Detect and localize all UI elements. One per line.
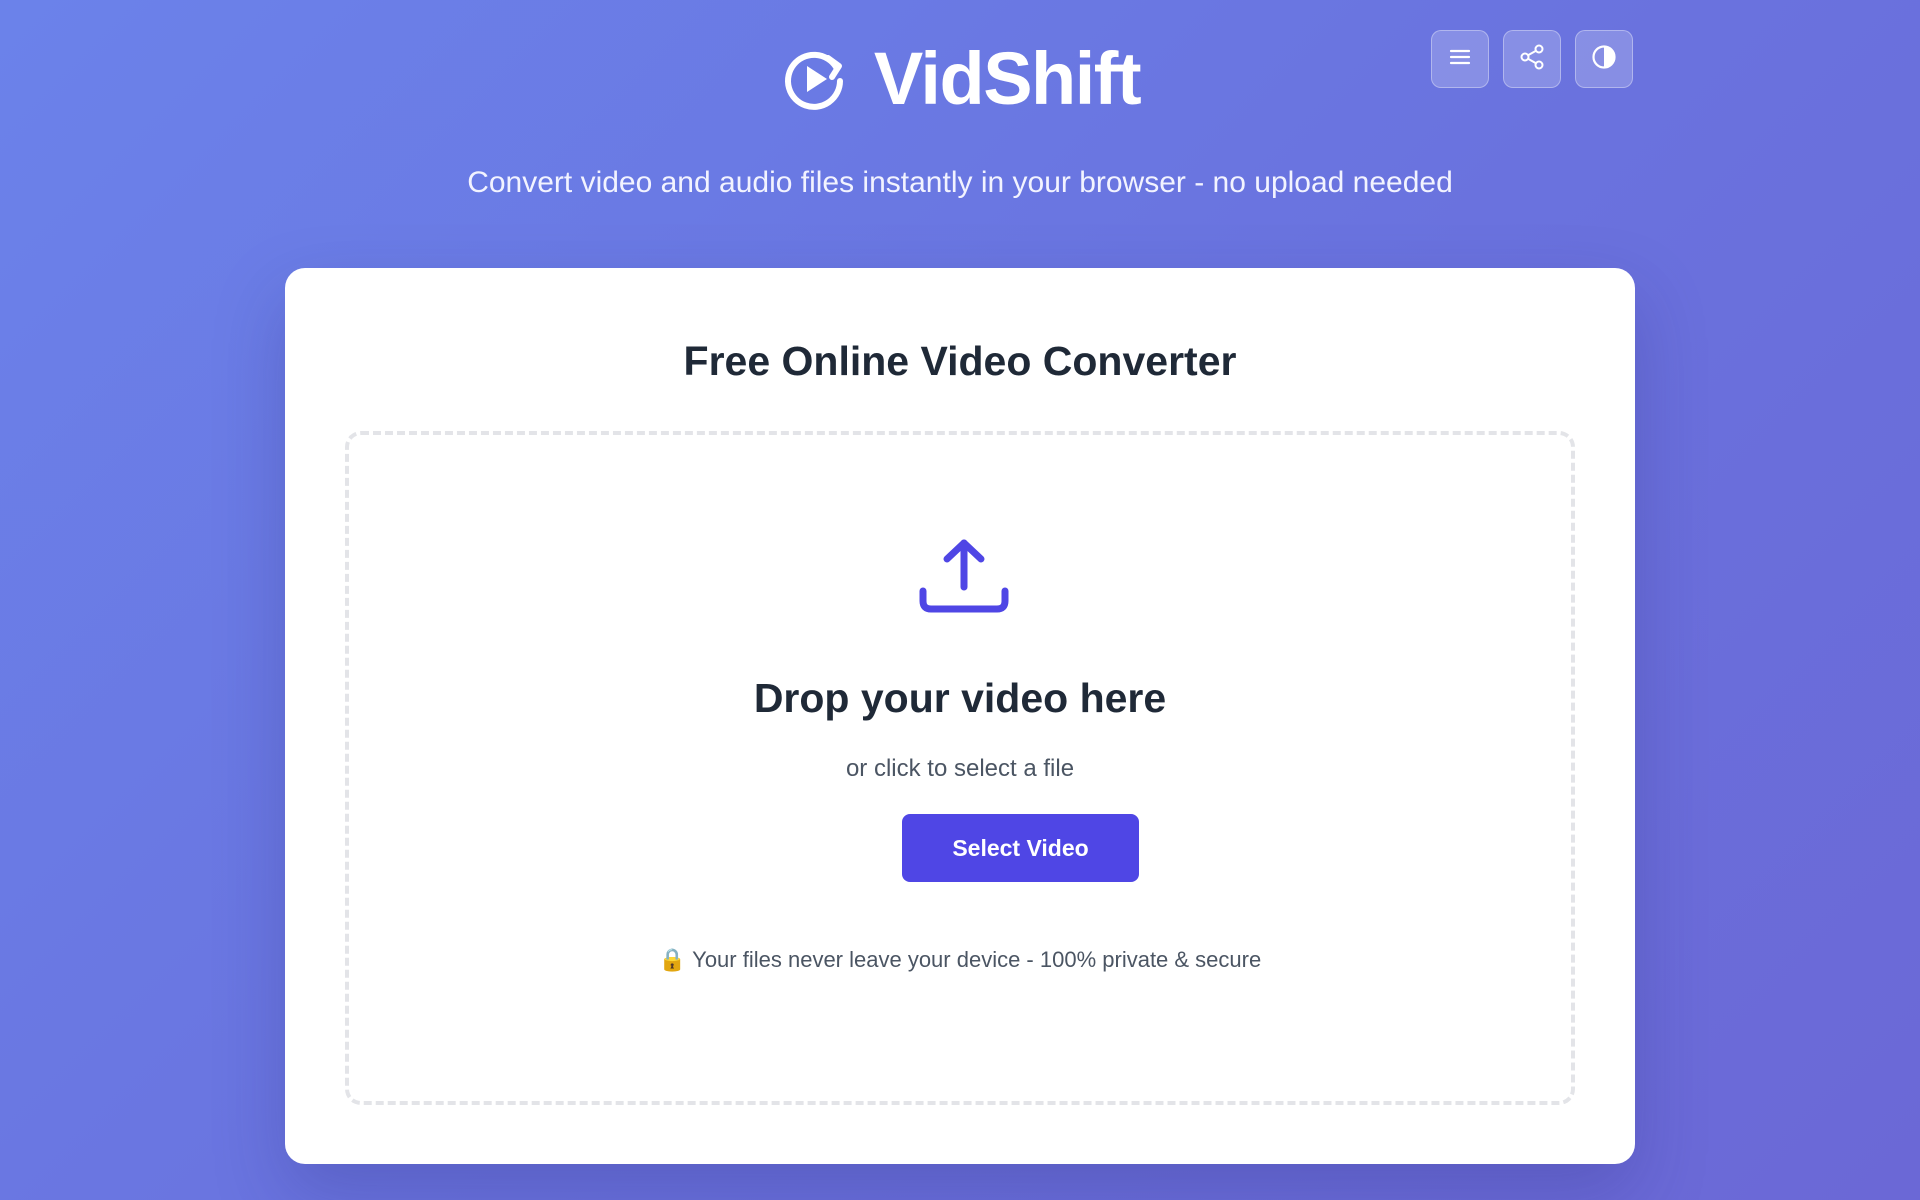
share-icon: [1518, 43, 1546, 76]
dropzone-subtitle: or click to select a file: [845, 755, 1075, 782]
lock-icon: 🔒: [658, 947, 687, 972]
upload-icon: [919, 531, 1009, 621]
privacy-note: 🔒 Your files never leave your device - 10…: [349, 947, 1571, 973]
contrast-icon: [1590, 43, 1618, 76]
tagline: Convert video and audio files instantly …: [467, 166, 1453, 199]
dropzone-title: Drop your video here: [753, 675, 1167, 721]
select-video-button[interactable]: Select Video: [902, 814, 1139, 882]
site-header: VidShift Convert video and audio files i…: [0, 0, 1920, 260]
header-actions: [1431, 30, 1633, 88]
replay-play-icon: [780, 45, 848, 113]
menu-button[interactable]: [1431, 30, 1489, 88]
converter-card: Free Online Video Converter Drop your vi…: [285, 268, 1635, 1164]
brand-name: VidShift: [873, 37, 1142, 120]
theme-toggle-button[interactable]: [1575, 30, 1633, 88]
file-dropzone[interactable]: Drop your video here or click to select …: [345, 431, 1575, 1105]
card-title: Free Online Video Converter: [683, 338, 1237, 384]
share-button[interactable]: [1503, 30, 1561, 88]
menu-icon: [1447, 44, 1473, 75]
privacy-text: Your files never leave your device - 100…: [692, 947, 1262, 972]
